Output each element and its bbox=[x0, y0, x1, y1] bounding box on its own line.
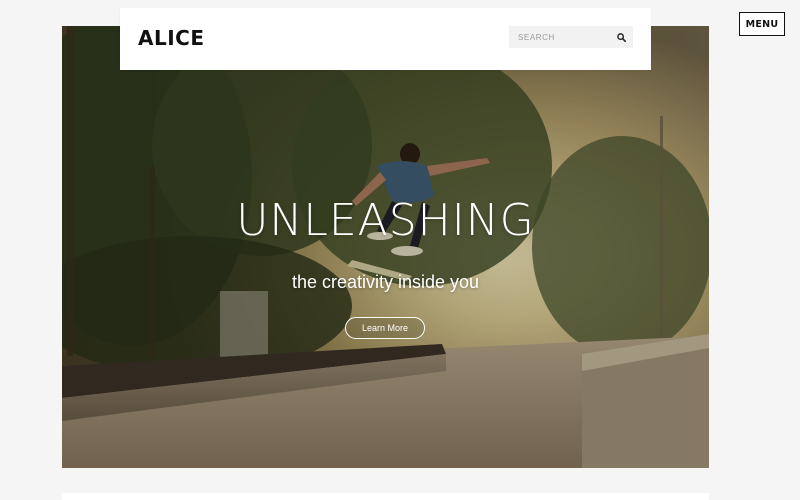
hero-subtitle: the creativity inside you bbox=[291, 272, 480, 292]
site-logo[interactable]: ALICE bbox=[138, 26, 205, 50]
page: UNLEASHING the creativity inside you Lea… bbox=[0, 0, 800, 500]
search-box bbox=[509, 26, 633, 48]
next-section-edge bbox=[62, 493, 709, 500]
menu-button[interactable]: MENU bbox=[739, 12, 785, 36]
learn-more-button[interactable]: Learn More bbox=[345, 317, 425, 339]
search-icon[interactable] bbox=[613, 29, 629, 45]
hero-overlay bbox=[62, 26, 709, 468]
search-input[interactable] bbox=[509, 26, 609, 48]
hero-banner bbox=[62, 26, 709, 468]
hero-title: UNLEASHING bbox=[236, 195, 535, 246]
site-header: ALICE bbox=[120, 8, 651, 70]
